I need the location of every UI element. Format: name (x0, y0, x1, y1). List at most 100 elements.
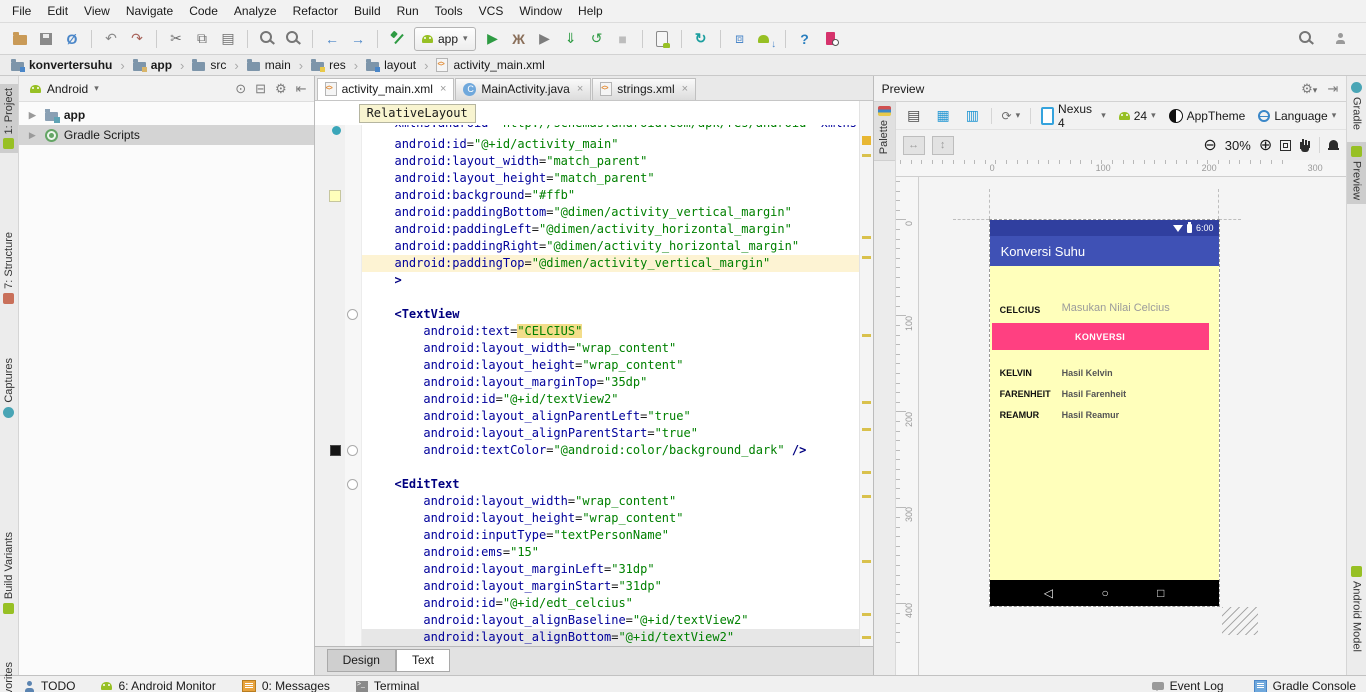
code-line[interactable]: android:layout_alignBottom="@+id/textVie… (315, 629, 873, 646)
avd-manager-icon[interactable] (650, 27, 674, 51)
api-selector[interactable]: 24▾ (1116, 108, 1159, 124)
code-line[interactable]: xmlns:android="http://schemas.android.co… (315, 125, 873, 136)
user-avatar-icon[interactable] (1328, 27, 1352, 51)
fold-column[interactable] (345, 153, 362, 170)
device-preview[interactable]: 6:00 Konversi Suhu CELCIUS Masukan Nilai… (989, 219, 1220, 607)
fold-column[interactable] (345, 221, 362, 238)
menu-file[interactable]: File (4, 1, 39, 21)
statusbar-event-log[interactable]: Event Log (1152, 679, 1224, 692)
collapse-all-icon[interactable]: ⊟ (255, 81, 266, 97)
fold-column[interactable] (345, 629, 362, 646)
sidebar-item-captures[interactable]: Captures (0, 354, 18, 422)
code-line[interactable]: android:id="@+id/textView2" (315, 391, 873, 408)
redo-icon[interactable]: ↷ (125, 27, 149, 51)
hide-panel-icon[interactable]: ⇤ (296, 81, 307, 97)
project-view-selector[interactable]: Android ▾ (26, 80, 103, 98)
code-line[interactable]: android:layout_marginStart="31dp" (315, 578, 873, 595)
code-line[interactable]: android:layout_height="wrap_content" (315, 357, 873, 374)
breadcrumb-src[interactable]: src (189, 58, 229, 72)
debug-icon[interactable]: Ж (507, 27, 531, 51)
code-line[interactable] (315, 459, 873, 476)
code-line[interactable]: android:paddingLeft="@dimen/activity_hor… (315, 221, 873, 238)
tree-item-gradle-scripts[interactable]: ▶Gradle Scripts (19, 125, 314, 145)
menu-build[interactable]: Build (346, 1, 389, 21)
fold-column[interactable] (345, 425, 362, 442)
fold-column[interactable] (345, 544, 362, 561)
editor-scrollbar[interactable] (859, 101, 873, 646)
find-icon[interactable] (255, 27, 279, 51)
back-icon[interactable]: ← (320, 27, 344, 51)
notifications-bell-icon[interactable] (1328, 139, 1339, 151)
konversi-button[interactable]: KONVERSI (992, 323, 1209, 350)
code-line[interactable]: > (315, 272, 873, 289)
synchronize-icon[interactable]: Ø (60, 27, 84, 51)
fold-column[interactable] (345, 612, 362, 629)
expand-arrow-icon[interactable]: ▶ (29, 130, 39, 141)
code-line[interactable]: android:layout_alignParentStart="true" (315, 425, 873, 442)
code-editor[interactable]: RelativeLayout xmlns:android="http://sch… (315, 101, 873, 646)
code-line[interactable]: android:text="CELCIUS" (315, 323, 873, 340)
sidebar-item-build-variants[interactable]: Build Variants (0, 528, 18, 618)
search-everywhere-icon[interactable] (1294, 27, 1318, 51)
sdk-manager-icon[interactable] (754, 27, 778, 51)
locate-icon[interactable]: ⊙ (235, 81, 246, 97)
recents-nav-icon[interactable]: □ (1157, 586, 1164, 600)
code-line[interactable]: android:layout_alignParentLeft="true" (315, 408, 873, 425)
palette-tab[interactable]: Palette (874, 102, 895, 161)
design-mode-icon[interactable]: ▤ (903, 104, 925, 128)
menu-tools[interactable]: Tools (427, 1, 471, 21)
sidebar-item-android-model[interactable]: Android Model (1347, 562, 1366, 656)
celcius-input-hint[interactable]: Masukan Nilai Celcius (1062, 302, 1170, 314)
statusbar-terminal[interactable]: Terminal (356, 679, 419, 692)
open-project-icon[interactable] (8, 27, 32, 51)
menu-edit[interactable]: Edit (39, 1, 76, 21)
build-hammer-icon[interactable] (385, 27, 409, 51)
code-line[interactable]: android:layout_height="match_parent" (315, 170, 873, 187)
tab-activity_main-xml[interactable]: activity_main.xml× (317, 78, 455, 100)
zoom-in-icon[interactable]: ⊕ (1259, 135, 1272, 155)
menu-analyze[interactable]: Analyze (226, 1, 285, 21)
fold-column[interactable] (345, 493, 362, 510)
fold-column[interactable] (345, 272, 362, 289)
preview-settings-gear-icon[interactable]: ⚙▾ (1301, 81, 1317, 97)
code-line[interactable]: android:paddingTop="@dimen/activity_vert… (315, 255, 873, 272)
help-icon[interactable]: ? (793, 27, 817, 51)
resize-handle[interactable] (1222, 607, 1258, 635)
sidebar-item-2-favorites[interactable]: 2: Favorites★ (0, 658, 18, 692)
orientation-selector[interactable]: ⟳▾ (999, 108, 1024, 124)
fold-column[interactable] (345, 476, 362, 493)
menu-view[interactable]: View (76, 1, 118, 21)
back-nav-icon[interactable]: ◁ (1044, 586, 1053, 600)
project-structure-icon[interactable]: ⧈ (728, 27, 752, 51)
fold-column[interactable] (345, 204, 362, 221)
language-selector[interactable]: Language▾ (1255, 108, 1339, 124)
gradle-sync-icon[interactable]: ↻ (689, 27, 713, 51)
fold-column[interactable] (345, 238, 362, 255)
design-canvas[interactable]: 6:00 Konversi Suhu CELCIUS Masukan Nilai… (919, 177, 1347, 675)
fold-column[interactable] (345, 578, 362, 595)
cut-icon[interactable]: ✂ (164, 27, 188, 51)
rerun-icon[interactable]: ↺ (585, 27, 609, 51)
fold-column[interactable] (345, 340, 362, 357)
close-icon[interactable]: × (440, 83, 446, 95)
fold-column[interactable] (345, 595, 362, 612)
fold-column[interactable] (345, 306, 362, 323)
attach-debugger-icon[interactable]: ⇓ (559, 27, 583, 51)
menu-vcs[interactable]: VCS (471, 1, 512, 21)
menu-run[interactable]: Run (389, 1, 427, 21)
tab-strings-xml[interactable]: strings.xml× (592, 78, 696, 100)
zoom-out-icon[interactable]: ⊖ (1203, 135, 1216, 155)
close-icon[interactable]: × (577, 83, 583, 95)
zoom-fit-icon[interactable] (1280, 140, 1291, 151)
code-line[interactable]: <TextView (315, 306, 873, 323)
fold-column[interactable] (345, 136, 362, 153)
menu-navigate[interactable]: Navigate (118, 1, 181, 21)
code-line[interactable]: android:layout_height="wrap_content" (315, 510, 873, 527)
code-line[interactable]: android:layout_marginLeft="31dp" (315, 561, 873, 578)
profiler-icon[interactable] (819, 27, 843, 51)
statusbar-6-android-monitor[interactable]: 6: Android Monitor (101, 679, 215, 692)
code-line[interactable]: android:id="@+id/edt_celcius" (315, 595, 873, 612)
fold-column[interactable] (345, 255, 362, 272)
menu-window[interactable]: Window (511, 1, 570, 21)
tree-item-app[interactable]: ▶app (19, 105, 314, 125)
